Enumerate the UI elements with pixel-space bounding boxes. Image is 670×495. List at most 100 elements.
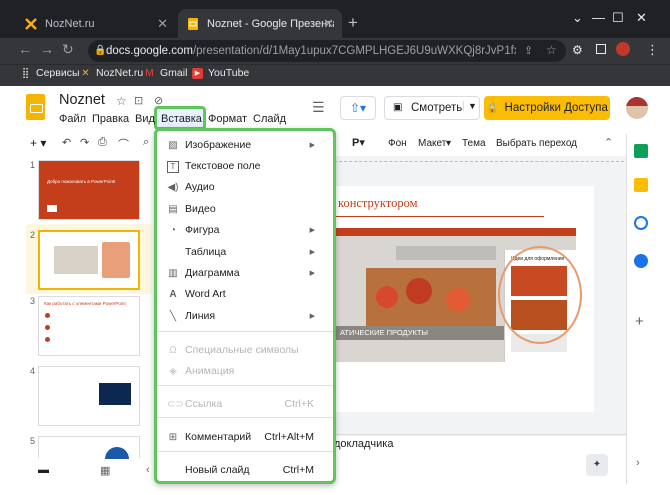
forward-icon[interactable]: → — [40, 41, 54, 57]
slide-title: Как работать с элементами PowerPoint — [44, 301, 126, 306]
thumbnail-image — [102, 242, 130, 278]
close-icon[interactable]: ✕ — [323, 16, 334, 32]
bookmark-noznet[interactable]: ✕ NozNet.ru — [80, 67, 143, 79]
document-title[interactable]: Noznet — [59, 92, 105, 108]
collapse-panel-icon[interactable]: ‹ — [146, 464, 150, 476]
menu-item-chart[interactable]: Диаграмма — [185, 267, 240, 279]
menu-item-audio[interactable]: Аудио — [185, 181, 215, 193]
theme-button[interactable]: Тема — [462, 138, 486, 149]
menu-format[interactable]: Формат — [208, 113, 247, 125]
background-button[interactable]: Фон — [388, 138, 407, 149]
menu-item-animation: Анимация — [185, 365, 235, 377]
calendar-icon[interactable] — [634, 144, 648, 158]
add-slide-button[interactable]: + ▾ — [30, 136, 46, 150]
extensions-icon[interactable]: ⚙ — [572, 43, 583, 57]
minimize-button[interactable]: — — [592, 10, 605, 25]
slide-thumbnail[interactable] — [38, 366, 140, 426]
animation-icon: ◈ — [169, 366, 177, 377]
menu-item-video[interactable]: Видео — [185, 203, 216, 215]
menu-slide[interactable]: Слайд — [253, 113, 286, 125]
bookmark-gmail[interactable]: M Gmail — [144, 67, 187, 79]
contacts-icon[interactable] — [634, 254, 648, 268]
slide-thumbnail[interactable]: Как работать с элементами PowerPoint — [38, 296, 140, 356]
menu-item-new-slide[interactable]: Новый слайд — [185, 464, 250, 476]
keep-icon[interactable] — [634, 178, 648, 192]
chevron-up-icon[interactable]: ⌃ — [604, 136, 613, 149]
chevron-down-icon[interactable]: ▼ — [463, 101, 477, 111]
tab-title: NozNet.ru — [45, 17, 95, 30]
menu-insert[interactable]: Вставка — [161, 113, 202, 125]
noznet-icon: ✕ — [81, 67, 90, 79]
wordart-icon: A — [169, 289, 177, 300]
menu-item-comment[interactable]: Комментарий — [185, 431, 251, 443]
noznet-icon — [25, 17, 37, 30]
zoom-icon[interactable]: ⌕ — [143, 136, 149, 149]
share-access-button[interactable]: 🔒 Настройки Доступа — [484, 96, 610, 120]
back-icon[interactable]: ← — [18, 41, 32, 57]
comment-icon: ⊞ — [168, 432, 178, 443]
menu-item-line[interactable]: Линия — [185, 310, 215, 322]
chevron-down-icon[interactable]: ⌄ — [572, 10, 583, 26]
menu-item-image[interactable]: Изображение — [185, 139, 251, 151]
tab-google-slides[interactable]: Noznet - Google Презентации ✕ — [178, 9, 342, 38]
current-slide[interactable]: конструктором АТИЧЕСКИЕ ПРОДУКТЫ Идеи дл… — [334, 186, 594, 412]
slide-thumbnail[interactable] — [38, 230, 140, 290]
reload-icon[interactable]: ↻ — [62, 41, 74, 58]
menu-item-special-chars: Специальные символы — [185, 344, 299, 356]
move-folder-icon[interactable]: ⊡ — [134, 94, 143, 107]
layout-button[interactable]: Макет — [418, 138, 446, 149]
bookmark-youtube[interactable]: ▶ YouTube — [192, 67, 249, 79]
present-button[interactable]: ▣ Смотреть ▼ — [384, 96, 480, 120]
line-style-icon[interactable]: Р▾ — [352, 136, 365, 149]
new-tab-button[interactable]: + — [348, 13, 358, 33]
maximize-button[interactable]: ☐ — [612, 10, 624, 26]
sidepanel-icon[interactable] — [596, 44, 606, 54]
bookmark-label: YouTube — [208, 67, 250, 79]
slide-thumbnail[interactable] — [38, 436, 140, 459]
slides-logo-icon[interactable] — [26, 94, 45, 120]
avatar[interactable] — [626, 97, 648, 119]
speaker-notes[interactable]: докладчика — [334, 438, 393, 450]
slide-thumbnail[interactable]: Добро пожаловать в PowerPoint! — [38, 160, 140, 220]
print-icon[interactable]: ⎙ — [98, 136, 107, 149]
menu-separator — [157, 417, 333, 418]
notes-divider — [334, 434, 626, 435]
menu-item-textbox[interactable]: Текстовое поле — [185, 160, 260, 172]
undo-icon[interactable]: ↶ — [62, 136, 71, 149]
close-window-button[interactable]: ✕ — [636, 10, 647, 26]
chart-icon: ▥ — [168, 268, 178, 279]
star-icon[interactable]: ☆ — [116, 94, 127, 108]
star-icon[interactable]: ☆ — [546, 43, 557, 57]
filmstrip-view-icon[interactable]: ▬ — [38, 464, 49, 476]
slide-screenshot-image: АТИЧЕСКИЕ ПРОДУКТЫ Идеи для оформления — [336, 228, 582, 362]
comment-history-icon[interactable]: ☰ — [312, 99, 325, 116]
menu-item-wordart[interactable]: Word Art — [185, 288, 226, 300]
avatar[interactable] — [616, 42, 630, 56]
tab-noznet[interactable]: NozNet.ru ✕ — [16, 9, 176, 38]
grid-view-icon[interactable]: ▦ — [100, 464, 110, 477]
redo-icon[interactable]: ↷ — [80, 136, 89, 149]
menu-item-shape[interactable]: Фигура — [185, 224, 220, 236]
bookmark-label: Gmail — [160, 67, 188, 79]
menu-file[interactable]: Файл — [59, 113, 86, 125]
menu-view[interactable]: Вид — [135, 113, 155, 125]
bullet-icon — [45, 337, 50, 342]
close-icon[interactable]: ✕ — [157, 16, 168, 32]
slide-number: 3 — [30, 296, 36, 306]
share-icon[interactable]: ⇪ — [524, 44, 533, 57]
menu-edit[interactable]: Правка — [92, 113, 129, 125]
transition-button[interactable]: Выбрать переход — [496, 138, 577, 149]
add-addon-icon[interactable]: + — [635, 313, 644, 330]
bookmark-services[interactable]: ⣿ Сервисы — [20, 67, 80, 79]
bookmark-label: NozNet.ru — [96, 67, 144, 79]
chevron-right-icon[interactable]: › — [636, 457, 640, 469]
tasks-icon[interactable] — [634, 216, 648, 230]
divider — [334, 216, 544, 217]
present-label: Смотреть — [411, 102, 463, 114]
menu-item-table[interactable]: Таблица — [185, 246, 226, 258]
more-icon[interactable]: ⋮ — [646, 42, 659, 58]
insert-menu-dropdown: ▨ Изображение ▶ T Текстовое поле ◀) Ауди… — [154, 128, 336, 484]
paint-format-icon[interactable]: ⌒ — [118, 136, 129, 152]
explore-icon[interactable]: ✦ — [586, 454, 608, 476]
present-camera-button[interactable]: ⇧▾ — [340, 96, 376, 120]
